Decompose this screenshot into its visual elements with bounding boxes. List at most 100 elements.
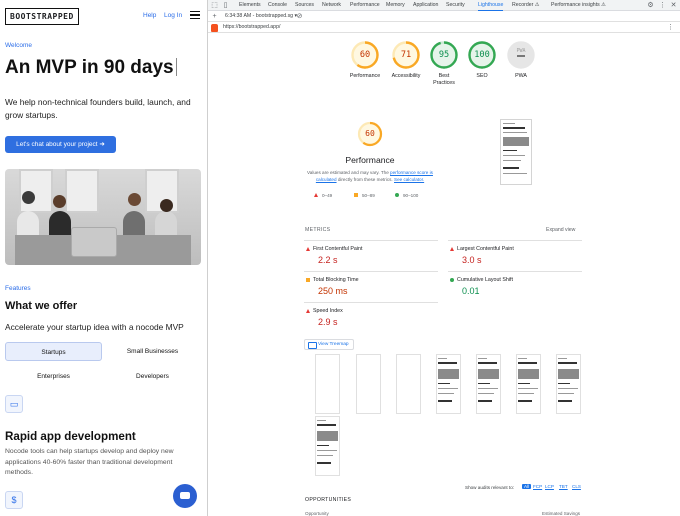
hero-title: An MVP in 90 days xyxy=(5,57,177,79)
tab-recorder[interactable]: Recorder ⚠ xyxy=(512,0,539,11)
metric-value: 3.0 s xyxy=(462,255,482,265)
website-viewport: BOOTSTRAPPED Help Log In Welcome An MVP … xyxy=(0,0,207,516)
metric-name: Speed Index xyxy=(313,308,343,314)
filmstrip-frame[interactable] xyxy=(315,354,340,414)
devtools-tabbar: ⬚ ▯ Elements Console Sources Network Per… xyxy=(208,0,680,11)
filter-tbt[interactable]: TBT xyxy=(559,484,568,489)
app-icon: ▭ xyxy=(5,395,23,413)
gauge-seo[interactable]: 100 xyxy=(467,40,497,70)
gauge-accessibility[interactable]: 71 xyxy=(391,40,421,70)
metric-speed-index: Speed Index 2.9 s xyxy=(304,302,438,333)
gauge-value: 100 xyxy=(474,50,490,60)
menu-icon[interactable] xyxy=(190,11,200,20)
clear-icon[interactable]: ⊘ xyxy=(296,13,303,20)
features-title: What we offer xyxy=(5,300,78,312)
opportunity-column-header: Opportunity xyxy=(305,511,329,516)
pass-circle-icon xyxy=(450,278,454,282)
filmstrip-frame[interactable] xyxy=(436,354,461,414)
report-select[interactable]: 6:34:38 AM - bootstrapped.sg ▾ xyxy=(225,11,297,22)
tab-application[interactable]: Application xyxy=(413,0,438,11)
tab-small-businesses[interactable]: Small Businesses xyxy=(104,342,201,361)
metric-value: 2.2 s xyxy=(318,255,338,265)
tested-url: https://bootstrapped.app/ xyxy=(223,24,281,30)
inspect-icon[interactable]: ⬚ xyxy=(211,2,218,9)
url-bar: https://bootstrapped.app/ ⋮ xyxy=(208,22,680,33)
see-calculator-link[interactable]: See calculator. xyxy=(394,177,424,182)
hero-image xyxy=(5,169,201,265)
metric-value: 0.01 xyxy=(462,286,480,296)
fail-triangle-icon xyxy=(306,247,310,251)
square-icon xyxy=(354,193,358,197)
legend-average: 50–89 xyxy=(354,193,375,198)
opportunities-header: OPPORTUNITIES xyxy=(305,497,352,503)
metrics-header: METRICS xyxy=(305,227,331,233)
legend-pass: 90–100 xyxy=(395,193,418,198)
site-logo[interactable]: BOOTSTRAPPED xyxy=(5,8,79,25)
view-treemap-button[interactable]: View Treemap xyxy=(304,339,354,350)
tab-startups[interactable]: Startups xyxy=(5,342,102,361)
average-square-icon xyxy=(306,278,310,282)
tab-security[interactable]: Security xyxy=(446,0,465,11)
filmstrip-frame[interactable] xyxy=(396,354,421,414)
tab-performance[interactable]: Performance xyxy=(350,0,380,11)
device-toolbar-icon[interactable]: ▯ xyxy=(222,2,229,9)
savings-column-header: Estimated Savings xyxy=(542,511,581,516)
plus-icon[interactable]: + xyxy=(211,13,218,20)
tab-performance-insights[interactable]: Performance insights ⚠ xyxy=(551,0,606,11)
filmstrip-frame[interactable] xyxy=(315,416,340,476)
metric-name: Largest Contentful Paint xyxy=(457,246,514,252)
legend-fail: 0–49 xyxy=(314,193,332,198)
help-link[interactable]: Help xyxy=(143,12,156,19)
gauge-pwa[interactable]: PWA xyxy=(506,40,536,70)
filmstrip-frame[interactable] xyxy=(476,354,501,414)
show-audits-label: Show audits relevant to: xyxy=(465,485,515,490)
performance-score-value: 60 xyxy=(365,129,375,138)
filter-lcp[interactable]: LCP xyxy=(545,484,554,489)
filmstrip-frame[interactable] xyxy=(556,354,581,414)
tab-developers[interactable]: Developers xyxy=(104,367,201,386)
metric-value: 250 ms xyxy=(318,286,348,296)
filmstrip-frame[interactable] xyxy=(516,354,541,414)
more-options-icon[interactable]: ⋮ xyxy=(659,2,666,9)
chat-bubble-button[interactable] xyxy=(173,484,197,508)
gauge-best-practices[interactable]: 95 xyxy=(429,40,459,70)
gauge-label: PWA xyxy=(515,73,527,79)
tab-elements[interactable]: Elements xyxy=(239,0,261,11)
gauge-label: Performance xyxy=(349,73,381,79)
gauge-value: 95 xyxy=(438,50,450,60)
metric-cumulative-layout-shift: Cumulative Layout Shift 0.01 xyxy=(448,271,582,302)
fail-triangle-icon xyxy=(450,247,454,251)
final-screenshot[interactable] xyxy=(500,119,532,185)
features-eyebrow: Features xyxy=(5,285,31,292)
performance-score-gauge: 60 xyxy=(357,121,383,147)
filter-cls[interactable]: CLS xyxy=(572,484,581,489)
circle-icon xyxy=(395,193,399,197)
hero-subtitle: We help non-technical founders build, la… xyxy=(5,97,191,120)
filmstrip-frame[interactable] xyxy=(356,354,381,414)
gauge-performance[interactable]: 60 xyxy=(350,40,380,70)
report-menu-icon[interactable]: ⋮ xyxy=(667,24,674,31)
metric-name: Cumulative Layout Shift xyxy=(457,277,513,283)
settings-icon[interactable]: ⚙ xyxy=(647,2,654,9)
metric-name: Total Blocking Time xyxy=(313,277,359,283)
cta-button[interactable]: Let's chat about your project ➜ xyxy=(5,136,116,153)
gauge-value: 60 xyxy=(359,50,371,60)
tab-memory[interactable]: Memory xyxy=(386,0,405,11)
close-icon[interactable]: ✕ xyxy=(670,2,677,9)
tab-enterprises[interactable]: Enterprises xyxy=(5,367,102,386)
filter-all[interactable]: All xyxy=(522,484,532,489)
lighthouse-toolbar: + 6:34:38 AM - bootstrapped.sg ▾ ⊘ xyxy=(208,11,680,22)
site-navbar: BOOTSTRAPPED Help Log In xyxy=(5,8,202,25)
metric-largest-contentful-paint: Largest Contentful Paint 3.0 s xyxy=(448,240,582,271)
tab-console[interactable]: Console xyxy=(268,0,287,11)
filter-fcp[interactable]: FCP xyxy=(533,484,542,489)
tab-lighthouse[interactable]: Lighthouse xyxy=(478,0,504,11)
tab-network[interactable]: Network xyxy=(322,0,341,11)
tab-sources[interactable]: Sources xyxy=(295,0,314,11)
metric-name: First Contentful Paint xyxy=(313,246,363,252)
fail-triangle-icon xyxy=(306,309,310,313)
expand-view-toggle[interactable]: Expand view xyxy=(546,227,575,233)
dollar-icon: $ xyxy=(5,491,23,509)
login-link[interactable]: Log In xyxy=(164,12,182,19)
rapid-dev-title: Rapid app development xyxy=(5,430,136,443)
